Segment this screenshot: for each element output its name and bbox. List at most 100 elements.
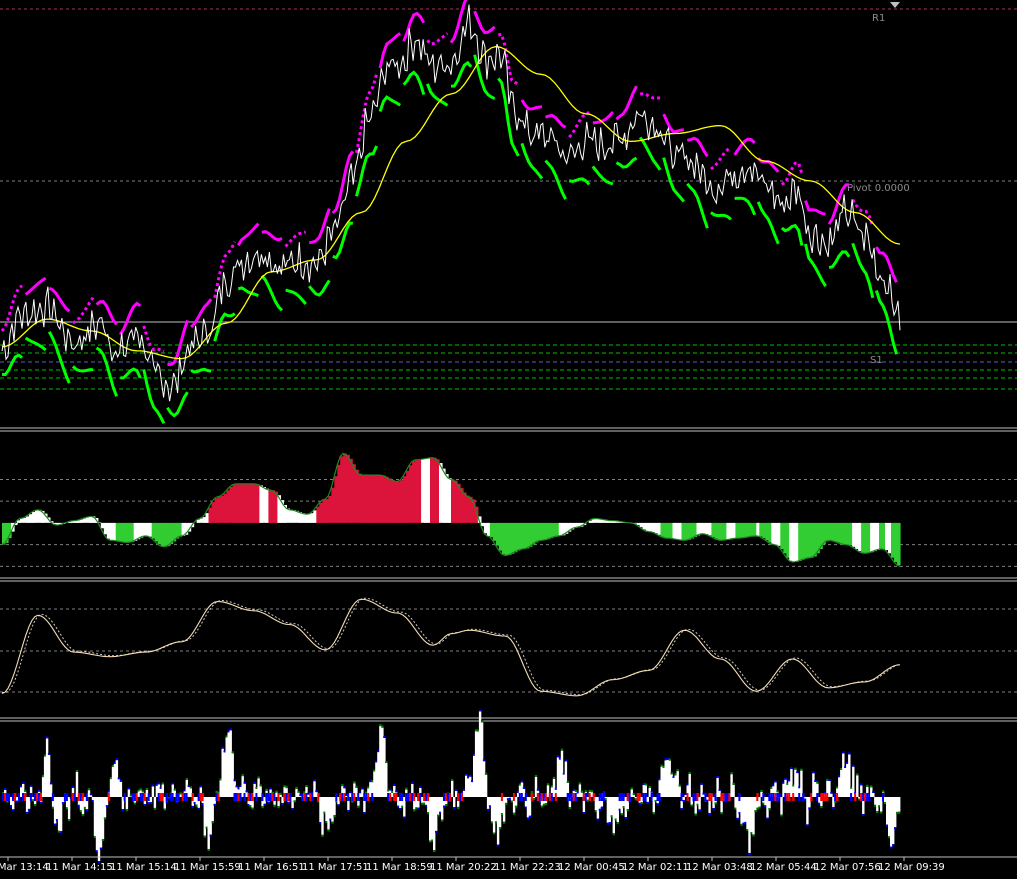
histogram-edge (794, 767, 797, 770)
histogram-edge (812, 771, 815, 774)
histogram-bar (872, 793, 875, 797)
histogram-edge (652, 812, 655, 815)
histogram-edge (457, 806, 460, 809)
histogram-bar (732, 784, 735, 797)
histogram-edge (582, 812, 586, 814)
histogram-edge (143, 804, 147, 806)
histogram-edge (59, 831, 63, 834)
histogram-edge (437, 814, 440, 817)
histogram-edge (277, 806, 280, 809)
histogram-edge (608, 822, 611, 824)
histogram-edge (157, 782, 161, 785)
histogram-edge (748, 853, 751, 855)
histogram-edge (784, 777, 787, 780)
histogram-edge (265, 788, 268, 791)
histogram-edge (568, 807, 572, 809)
s1-level-label: S1 (870, 355, 883, 366)
histogram-edge (720, 812, 723, 815)
histogram-edge (279, 792, 282, 795)
histogram-edge (616, 822, 619, 825)
histogram-edge (708, 813, 711, 815)
histogram-bar (698, 797, 701, 810)
histogram-edge (127, 787, 131, 790)
histogram-edge (253, 781, 256, 784)
histogram-edge (355, 785, 358, 788)
histogram-edge (295, 786, 298, 789)
histogram-edge (640, 802, 643, 805)
time-tick-label: 11 Mar 17:51 (302, 862, 369, 873)
histogram-edge (233, 779, 236, 782)
histogram-edge (231, 751, 234, 754)
histogram-edge (532, 798, 536, 801)
time-tick-label: 12 Mar 07:56 (814, 862, 881, 873)
histogram-edge (419, 785, 422, 788)
histogram-edge (327, 829, 330, 832)
histogram-edge (257, 776, 260, 779)
histogram-edge (199, 785, 202, 788)
histogram-edge (766, 817, 769, 820)
histogram-edge (774, 780, 777, 783)
histogram-edge (27, 808, 31, 811)
histogram-edge (556, 755, 560, 758)
histogram-edge (75, 770, 79, 772)
histogram-edge (465, 773, 468, 776)
histogram-edge (269, 787, 272, 790)
histogram-edge (4, 787, 7, 790)
histogram-edge (496, 844, 500, 847)
histogram-edge (45, 736, 49, 739)
histogram-edge (403, 816, 406, 819)
histogram-edge (171, 782, 174, 785)
histogram-edge (85, 809, 89, 812)
histogram-edge (389, 788, 392, 791)
histogram-edge (151, 784, 155, 787)
histogram-edge (263, 803, 266, 806)
time-tick-label: 11 Mar 16:51 (238, 862, 305, 873)
histogram-edge (331, 821, 334, 824)
histogram-edge (486, 808, 490, 811)
histogram-edge (24, 789, 27, 792)
histogram-bar (125, 797, 129, 810)
histogram-edge (321, 834, 324, 837)
histogram-edge (47, 752, 51, 755)
histogram-edge (451, 778, 454, 781)
histogram-bar (898, 797, 901, 812)
histogram-edge (534, 775, 538, 777)
histogram-bar (151, 786, 155, 797)
histogram-edge (630, 787, 633, 790)
histogram-edge (560, 748, 564, 751)
histogram-edge (197, 807, 200, 810)
time-tick-label: 12 Mar 03:48 (686, 862, 753, 873)
histogram-edge (453, 807, 456, 810)
histogram-edge (848, 752, 851, 755)
histogram-edge (806, 824, 809, 827)
histogram-edge (552, 776, 556, 779)
histogram-edge (207, 849, 210, 851)
histogram-edge (668, 758, 671, 761)
pivot-level-label: Pivot 0.0000 (847, 183, 910, 194)
histogram-bar (830, 793, 833, 797)
histogram-edge (898, 811, 901, 814)
histogram-edge (862, 814, 865, 817)
histogram-edge (399, 808, 402, 811)
histogram-edge (125, 809, 129, 812)
histogram-edge (796, 771, 799, 774)
histogram-edge (293, 800, 296, 803)
histogram-edge (502, 821, 506, 824)
histogram-edge (624, 817, 627, 819)
histogram-edge (752, 834, 755, 837)
histogram-edge (405, 787, 408, 790)
histogram-edge (229, 728, 232, 731)
histogram-edge (175, 801, 178, 804)
histogram-edge (860, 783, 863, 786)
histogram-edge (478, 709, 482, 712)
histogram-edge (165, 801, 168, 804)
histogram-edge (870, 785, 873, 788)
histogram-edge (161, 782, 164, 785)
time-tick-label: 11 Mar 18:59 (366, 862, 433, 873)
histogram-bar (153, 797, 157, 808)
histogram-edge (482, 759, 486, 762)
histogram-edge (504, 802, 508, 805)
histogram-edge (455, 789, 458, 791)
histogram-edge (602, 791, 606, 793)
histogram-edge (816, 781, 819, 784)
